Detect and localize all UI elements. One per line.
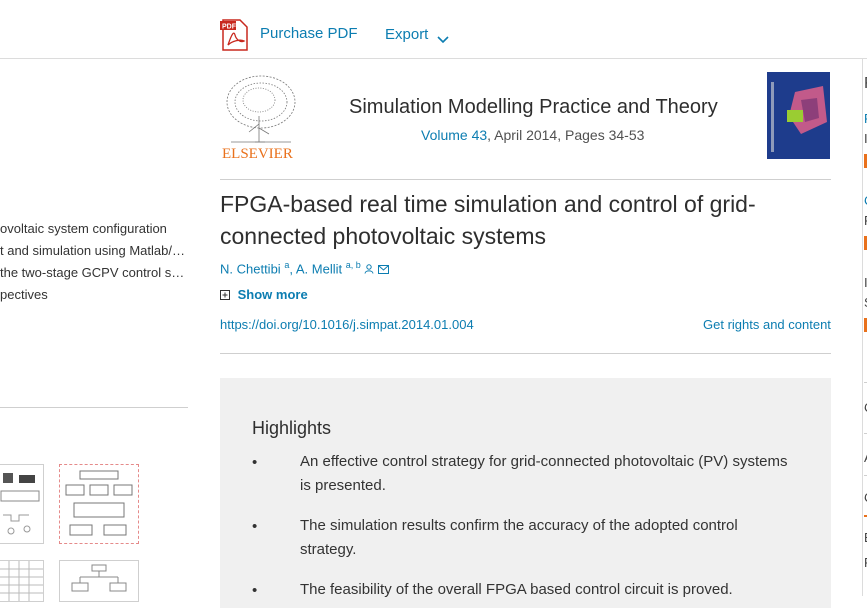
right-sidebar-divider <box>862 58 863 596</box>
doi-link[interactable]: https://doi.org/10.1016/j.simpat.2014.01… <box>220 317 474 332</box>
header-divider <box>220 179 831 180</box>
highlight-item: An effective control strategy for grid-c… <box>300 453 788 494</box>
outline-item[interactable]: t and simulation using Matlab/… <box>0 243 188 258</box>
author-link[interactable]: N. Chettibi <box>220 261 281 276</box>
author-affiliation: a, b <box>345 260 361 270</box>
journal-cover-image[interactable] <box>767 72 830 159</box>
figure-thumbnail[interactable] <box>59 464 139 544</box>
outline-item[interactable]: pectives <box>0 287 188 302</box>
elsevier-wordmark: ELSEVIER <box>222 146 293 160</box>
outline-item[interactable]: ovoltaic system configuration <box>0 221 188 236</box>
pdf-icon[interactable]: PDF <box>220 19 250 51</box>
article-title: FPGA-based real time simulation and cont… <box>220 191 756 249</box>
bullet: • <box>252 582 258 599</box>
show-more-label: Show more <box>237 287 308 302</box>
bullet: • <box>252 454 258 471</box>
rights-link[interactable]: Get rights and content <box>703 317 831 332</box>
show-more-button[interactable]: Show more <box>220 287 308 302</box>
highlights-section: Highlights • An effective control strate… <box>220 378 831 608</box>
volume-link[interactable]: Volume 43 <box>421 127 487 143</box>
figure-thumbnail[interactable] <box>0 464 44 544</box>
highlight-item: The simulation results confirm the accur… <box>300 517 738 558</box>
chevron-down-icon <box>437 31 449 49</box>
journal-title[interactable]: Simulation Modelling Practice and Theory <box>349 96 718 119</box>
author-link[interactable]: A. Mellit <box>296 261 342 276</box>
outline-item[interactable]: the two-stage GCPV control s… <box>0 265 188 280</box>
elsevier-logo[interactable]: ELSEVIER <box>221 72 300 162</box>
article-divider <box>220 353 831 354</box>
highlight-item: The feasibility of the overall FPGA base… <box>300 581 733 598</box>
issue-details: , April 2014, Pages 34-53 <box>487 127 645 143</box>
svg-text:PDF: PDF <box>222 24 237 31</box>
journal-issue-info: Volume 43, April 2014, Pages 34-53 <box>421 127 644 143</box>
expand-icon <box>220 287 238 302</box>
person-icon[interactable] <box>364 261 378 276</box>
email-icon[interactable] <box>377 261 389 276</box>
highlights-title: Highlights <box>252 418 332 438</box>
export-button[interactable]: Export <box>385 26 428 43</box>
bullet: • <box>252 518 258 535</box>
outline-divider <box>0 407 188 408</box>
author-list: N. Chettibi a, A. Mellit a, b <box>220 260 389 276</box>
top-toolbar <box>0 0 867 59</box>
purchase-pdf-link[interactable]: Purchase PDF <box>260 25 358 42</box>
